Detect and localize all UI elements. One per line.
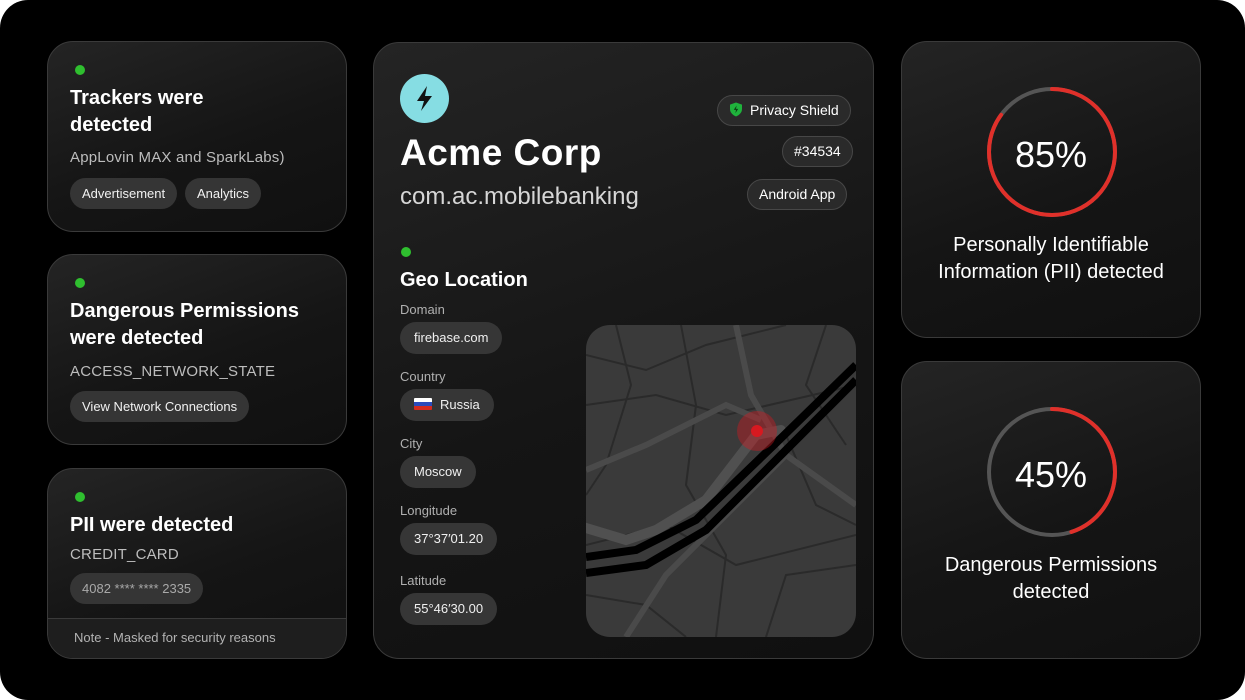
pii-caption-line1: Personally Identifiable bbox=[953, 234, 1149, 256]
app-details-card: Acme Corp com.ac.mobilebanking Privacy S… bbox=[373, 42, 874, 659]
pii-subtitle: CREDIT_CARD bbox=[70, 546, 179, 563]
app-name: Acme Corp bbox=[400, 132, 602, 173]
status-dot bbox=[75, 65, 85, 75]
permissions-percent: 45% bbox=[1014, 454, 1088, 495]
privacy-shield-badge[interactable]: Privacy Shield bbox=[717, 95, 851, 126]
longitude-value: 37°37′01.20 bbox=[400, 523, 498, 555]
permissions-card[interactable]: Dangerous Permissions were detected ACCE… bbox=[47, 254, 347, 445]
pii-gauge-caption: Personally Identifiable Information (PII… bbox=[902, 232, 1200, 286]
masked-card-number: 4082 **** **** 2335 bbox=[70, 573, 204, 604]
status-dot bbox=[401, 247, 411, 257]
location-map[interactable] bbox=[586, 325, 856, 637]
latitude-value: 55°46′30.00 bbox=[400, 593, 498, 625]
pii-caption-line2: Information (PII) detected bbox=[938, 261, 1164, 283]
app-id-badge[interactable]: #34534 bbox=[782, 136, 853, 167]
city-value: Moscow bbox=[400, 456, 476, 488]
tag-advertisement[interactable]: Advertisement bbox=[70, 178, 178, 209]
platform-badge[interactable]: Android App bbox=[747, 179, 848, 210]
permissions-title: Dangerous Permissions were detected bbox=[70, 298, 299, 352]
pii-title: PII were detected bbox=[70, 514, 234, 536]
app-package: com.ac.mobilebanking bbox=[400, 183, 639, 210]
longitude-label: Longitude bbox=[400, 503, 458, 518]
tag-view-network-connections[interactable]: View Network Connections bbox=[70, 391, 250, 422]
country-name: Russia bbox=[440, 397, 480, 412]
status-dot bbox=[75, 492, 85, 502]
privacy-shield-label: Privacy Shield bbox=[750, 102, 839, 118]
permissions-title-line1: Dangerous Permissions bbox=[70, 300, 299, 322]
trackers-title: Trackers were detected bbox=[70, 85, 203, 139]
permissions-gauge-caption: Dangerous Permissions detected bbox=[902, 552, 1200, 606]
domain-label: Domain bbox=[400, 302, 445, 317]
permissions-title-line2: were detected bbox=[70, 327, 204, 349]
app-frame: Trackers were detected AppLovin MAX and … bbox=[0, 0, 1245, 700]
russia-flag-icon bbox=[414, 398, 432, 410]
map-roads bbox=[586, 325, 856, 637]
perm-caption-line1: Dangerous Permissions bbox=[944, 554, 1158, 576]
permissions-gauge-card: 45% Dangerous Permissions detected bbox=[901, 361, 1201, 659]
pii-card[interactable]: PII were detected CREDIT_CARD 4082 **** … bbox=[47, 468, 347, 659]
shield-icon bbox=[730, 102, 742, 117]
country-label: Country bbox=[400, 369, 446, 384]
trackers-subtitle: AppLovin MAX and SparkLabs) bbox=[70, 149, 285, 166]
bolt-icon bbox=[417, 86, 432, 111]
masking-note: Note - Masked for security reasons bbox=[48, 618, 346, 658]
geo-title: Geo Location bbox=[400, 269, 528, 291]
latitude-label: Latitude bbox=[400, 573, 447, 588]
tag-analytics[interactable]: Analytics bbox=[185, 178, 262, 209]
city-label: City bbox=[400, 436, 423, 451]
status-dot bbox=[75, 278, 85, 288]
country-value: Russia bbox=[400, 389, 494, 421]
pii-gauge-card: 85% Personally Identifiable Information … bbox=[901, 41, 1201, 338]
domain-value: firebase.com bbox=[400, 322, 503, 354]
trackers-title-line1: Trackers were bbox=[70, 87, 204, 109]
permissions-subtitle: ACCESS_NETWORK_STATE bbox=[70, 363, 276, 380]
trackers-title-line2: detected bbox=[70, 114, 153, 136]
pii-percent: 85% bbox=[1014, 134, 1088, 175]
perm-caption-line2: detected bbox=[1012, 581, 1090, 603]
map-pin-icon bbox=[751, 425, 763, 437]
trackers-card[interactable]: Trackers were detected AppLovin MAX and … bbox=[47, 41, 347, 232]
app-logo bbox=[400, 74, 449, 123]
